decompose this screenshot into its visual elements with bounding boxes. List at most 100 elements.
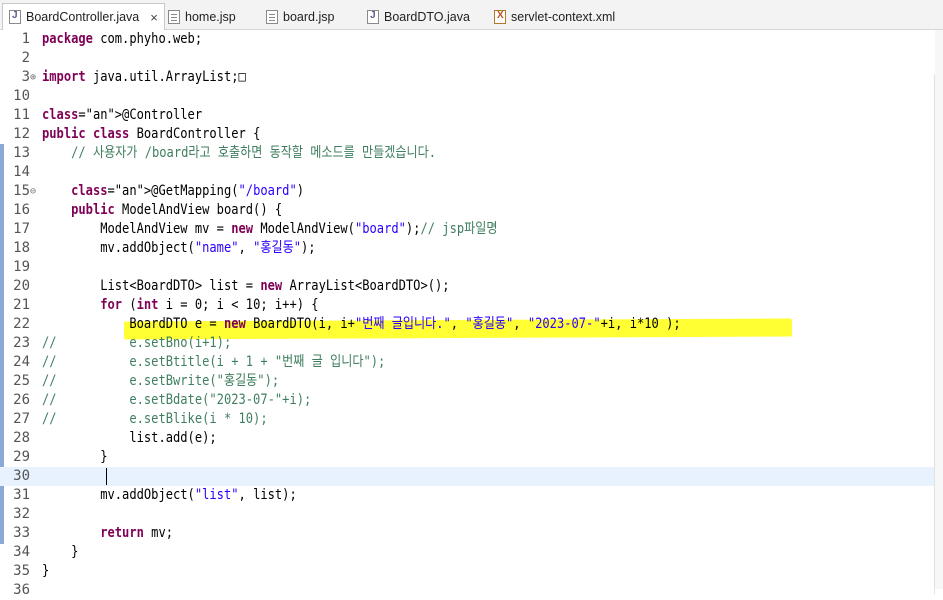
code-line[interactable]: 33 return mv; bbox=[0, 524, 943, 543]
line-number: 16 bbox=[13, 202, 30, 218]
tab-servlet-context-xml[interactable]: servlet-context.xml bbox=[494, 3, 615, 30]
java-file-icon bbox=[9, 10, 21, 24]
tab-label: servlet-context.xml bbox=[511, 9, 616, 24]
code-line[interactable]: 28 list.add(e); bbox=[0, 429, 943, 448]
code-line[interactable]: 13 // 사용자가 /board라고 호출하면 동작할 메소드를 만들겠습니다… bbox=[0, 144, 943, 163]
code-line[interactable]: 27 // e.setBlike(i * 10); bbox=[0, 410, 943, 429]
code-line[interactable]: 31 mv.addObject("list", list); bbox=[0, 486, 943, 505]
code-text: BoardDTO e = new BoardDTO(i, i+"번째 글입니다.… bbox=[42, 316, 681, 332]
code-text: return mv; bbox=[100, 525, 174, 541]
code-line[interactable]: 21 for (int i = 0; i < 10; i++) { bbox=[0, 296, 943, 315]
editor-tab-bar: BoardController.java × home.jsp board.js… bbox=[0, 0, 943, 30]
code-line[interactable]: 23 // e.setBno(i+1); bbox=[0, 334, 943, 353]
code-text: // e.setBtitle(i + 1 + "번째 글 입니다"); bbox=[42, 354, 386, 370]
code-text: class="an">@Controller bbox=[42, 107, 203, 123]
fold-expand-icon[interactable]: ⊕ bbox=[30, 68, 38, 87]
tab-label: board.jsp bbox=[283, 9, 335, 24]
code-text: // e.setBdate("2023-07-"+i); bbox=[42, 392, 312, 408]
code-line[interactable]: 11 class="an">@Controller bbox=[0, 106, 943, 125]
code-text: } bbox=[42, 449, 108, 465]
xml-file-icon bbox=[494, 9, 506, 24]
code-line[interactable]: 16 public ModelAndView board() { bbox=[0, 201, 943, 220]
line-number: 26 bbox=[13, 392, 30, 408]
code-text: import java.util.ArrayList;□ bbox=[42, 69, 246, 85]
code-text: class="an">@GetMapping("/board") bbox=[71, 183, 305, 199]
line-number: 28 bbox=[13, 430, 30, 446]
code-text: List<BoardDTO> list = new ArrayList<Boar… bbox=[42, 278, 450, 294]
code-text: // 사용자가 /board라고 호출하면 동작할 메소드를 만들겠습니다. bbox=[71, 145, 437, 161]
code-line[interactable]: 18 mv.addObject("name", "홍길동"); bbox=[0, 239, 943, 258]
vertical-scrollbar[interactable] bbox=[934, 30, 943, 594]
line-number: 33 bbox=[13, 525, 30, 541]
code-line[interactable]: 26 // e.setBdate("2023-07-"+i); bbox=[0, 391, 943, 410]
code-line[interactable]: 36 bbox=[0, 581, 943, 600]
code-text: public ModelAndView board() { bbox=[71, 202, 283, 218]
code-line[interactable]: 24 // e.setBtitle(i + 1 + "번째 글 입니다"); bbox=[0, 353, 943, 372]
line-number: 13 bbox=[13, 145, 30, 161]
line-number: 32 bbox=[13, 506, 30, 522]
line-number: 10 bbox=[13, 88, 30, 104]
line-number: 18 bbox=[13, 240, 30, 256]
code-line[interactable]: 12 public class BoardController { bbox=[0, 125, 943, 144]
code-line[interactable]: 20 List<BoardDTO> list = new ArrayList<B… bbox=[0, 277, 943, 296]
code-line[interactable]: 29 } bbox=[0, 448, 943, 467]
tab-board-jsp[interactable]: board.jsp bbox=[266, 3, 334, 30]
code-line[interactable]: 3 ⊕ import java.util.ArrayList;□ bbox=[0, 68, 943, 87]
code-line[interactable]: 15 ⊖ class="an">@GetMapping("/board") bbox=[0, 182, 943, 201]
line-number: 36 bbox=[13, 582, 30, 598]
code-text: } bbox=[42, 563, 50, 579]
code-text: package com.phyho.web; bbox=[42, 31, 203, 47]
jsp-file-icon bbox=[266, 9, 278, 24]
code-text: // e.setBwrite("홍길동"); bbox=[42, 373, 280, 389]
code-editor[interactable]: 1 package com.phyho.web; 2 3 ⊕ import java.ut… bbox=[0, 30, 943, 598]
code-line[interactable]: 22 BoardDTO e = new BoardDTO(i, i+"번째 글입… bbox=[0, 315, 943, 334]
line-number: 14 bbox=[13, 164, 30, 180]
line-number: 20 bbox=[13, 278, 30, 294]
code-text: // e.setBlike(i * 10); bbox=[42, 411, 268, 427]
java-file-icon bbox=[367, 9, 379, 24]
line-number: 15 bbox=[13, 183, 30, 199]
text-caret bbox=[106, 468, 107, 485]
tab-boardcontroller-java[interactable]: BoardController.java × bbox=[2, 3, 165, 30]
line-number: 24 bbox=[13, 354, 30, 370]
scrollbar-thumb[interactable] bbox=[934, 74, 943, 594]
line-number: 17 bbox=[13, 221, 30, 237]
line-number: 12 bbox=[13, 126, 30, 142]
line-number: 31 bbox=[13, 487, 30, 503]
close-icon[interactable]: × bbox=[150, 10, 158, 25]
line-number: 3 bbox=[21, 69, 30, 85]
line-number: 2 bbox=[21, 50, 30, 66]
tab-home-jsp[interactable]: home.jsp bbox=[168, 3, 236, 30]
code-line[interactable]: 25 // e.setBwrite("홍길동"); bbox=[0, 372, 943, 391]
code-line[interactable]: 35} bbox=[0, 562, 943, 581]
tab-boarddto-java[interactable]: BoardDTO.java bbox=[367, 3, 470, 30]
code-line[interactable]: 17 ModelAndView mv = new ModelAndView("b… bbox=[0, 220, 943, 239]
code-line[interactable]: 2 bbox=[0, 49, 943, 68]
line-number: 25 bbox=[13, 373, 30, 389]
code-line[interactable]: 34 } bbox=[0, 543, 943, 562]
code-text: mv.addObject("name", "홍길동"); bbox=[42, 240, 316, 256]
code-line[interactable]: 19 bbox=[0, 258, 943, 277]
code-text: for (int i = 0; i < 10; i++) { bbox=[100, 297, 319, 313]
tab-label: BoardController.java bbox=[26, 10, 140, 24]
code-line[interactable]: 30 bbox=[0, 467, 943, 486]
code-text: public class BoardController { bbox=[42, 126, 261, 142]
code-line[interactable]: 1 package com.phyho.web; bbox=[0, 30, 943, 49]
line-number: 21 bbox=[13, 297, 30, 313]
line-number: 34 bbox=[13, 544, 30, 560]
line-number: 35 bbox=[13, 563, 30, 579]
code-line[interactable]: 14 bbox=[0, 163, 943, 182]
code-text: ModelAndView mv = new ModelAndView("boar… bbox=[42, 221, 498, 237]
code-text: mv.addObject("list", list); bbox=[42, 487, 297, 503]
tab-label: home.jsp bbox=[185, 9, 236, 24]
line-number: 29 bbox=[13, 449, 30, 465]
code-line[interactable]: 32 bbox=[0, 505, 943, 524]
code-text: // e.setBno(i+1); bbox=[42, 335, 232, 351]
fold-collapse-icon[interactable]: ⊖ bbox=[30, 182, 38, 201]
line-number: 27 bbox=[13, 411, 30, 427]
code-text: list.add(e); bbox=[42, 430, 217, 446]
line-number: 1 bbox=[21, 31, 30, 47]
jsp-file-icon bbox=[168, 9, 180, 24]
line-number: 23 bbox=[13, 335, 30, 351]
code-line[interactable]: 10 bbox=[0, 87, 943, 106]
